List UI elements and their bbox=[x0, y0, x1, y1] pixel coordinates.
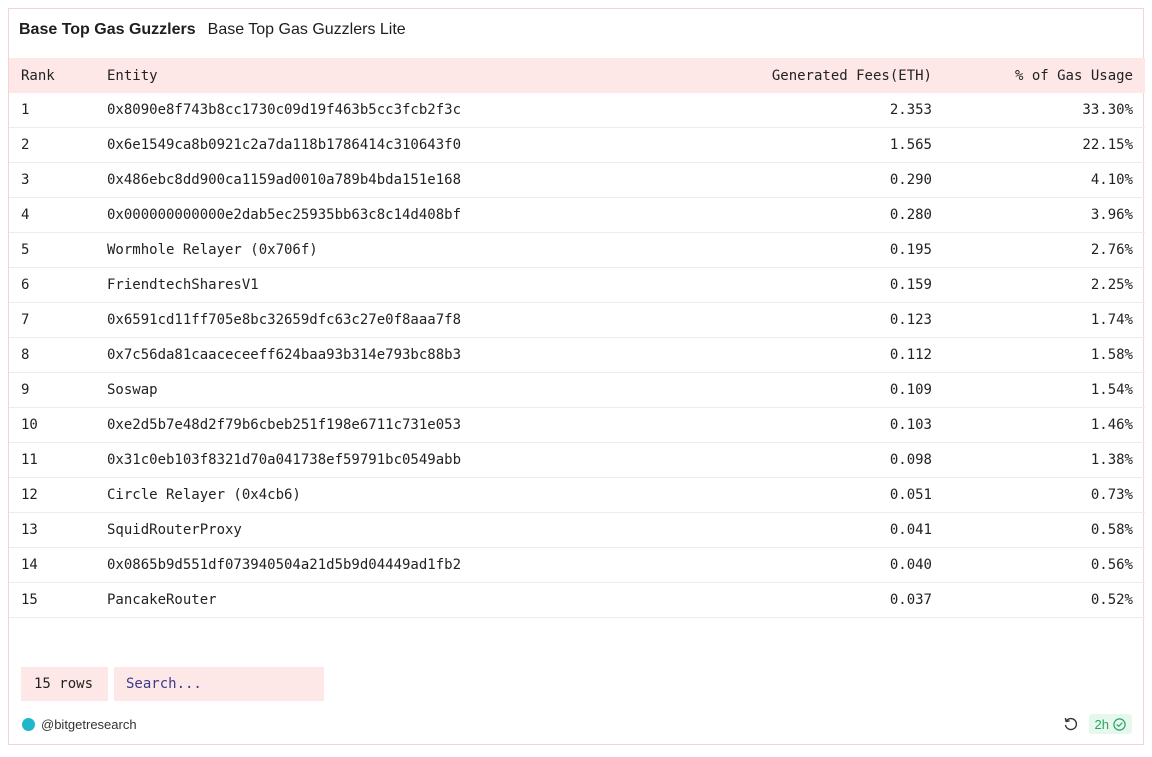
cell-entity: PancakeRouter bbox=[107, 582, 667, 618]
cell-rank: 15 bbox=[9, 582, 107, 618]
cell-entity: 0x6e1549ca8b0921c2a7da118b1786414c310643… bbox=[107, 127, 667, 163]
card-footer: @bitgetresearch 2h bbox=[22, 713, 1132, 735]
table-row[interactable]: 7 0x6591cd11ff705e8bc32659dfc63c27e0f8aaa… bbox=[9, 302, 1145, 338]
search-input[interactable] bbox=[114, 667, 324, 701]
cell-fees: 0.123 bbox=[667, 302, 932, 338]
cell-fees: 0.195 bbox=[667, 232, 932, 268]
cell-entity: 0x7c56da81caaceceeff624baa93b314e793bc88… bbox=[107, 337, 667, 373]
table-header-row: Rank Entity Generated Fees(ETH) % of Gas… bbox=[9, 58, 1145, 93]
cell-fees: 2.353 bbox=[667, 93, 932, 128]
cell-fees: 0.280 bbox=[667, 197, 932, 233]
cell-entity: Wormhole Relayer (0x706f) bbox=[107, 232, 667, 268]
cell-entity: 0x000000000000e2dab5ec25935bb63c8c14d408… bbox=[107, 197, 667, 233]
cell-gas-usage: 33.30% bbox=[932, 93, 1145, 128]
table-row[interactable]: 1 0x8090e8f743b8cc1730c09d19f463b5cc3fcb2… bbox=[9, 93, 1145, 128]
cell-rank: 1 bbox=[9, 93, 107, 128]
cell-rank: 14 bbox=[9, 547, 107, 583]
rows-count: 15 rows bbox=[21, 667, 108, 701]
cell-entity: 0x6591cd11ff705e8bc32659dfc63c27e0f8aaa7… bbox=[107, 302, 667, 338]
cell-rank: 2 bbox=[9, 127, 107, 163]
results-table: Rank Entity Generated Fees(ETH) % of Gas… bbox=[9, 58, 1145, 618]
cell-gas-usage: 1.58% bbox=[932, 337, 1145, 373]
table-row[interactable]: 6 FriendtechSharesV1 0.159 2.25% bbox=[9, 267, 1145, 303]
check-circle-icon bbox=[1113, 717, 1126, 731]
cell-fees: 0.112 bbox=[667, 337, 932, 373]
cell-rank: 10 bbox=[9, 407, 107, 443]
table-row[interactable]: 14 0x0865b9d551df073940504a21d5b9d04449ad… bbox=[9, 547, 1145, 583]
cell-fees: 0.040 bbox=[667, 547, 932, 583]
table-row[interactable]: 4 0x000000000000e2dab5ec25935bb63c8c14d40… bbox=[9, 197, 1145, 233]
table-row[interactable]: 8 0x7c56da81caaceceeff624baa93b314e793bc8… bbox=[9, 337, 1145, 373]
cell-fees: 1.565 bbox=[667, 127, 932, 163]
cell-rank: 13 bbox=[9, 512, 107, 548]
table-controls: 15 rows bbox=[21, 667, 324, 701]
card-header: Base Top Gas Guzzlers Base Top Gas Guzzl… bbox=[19, 21, 406, 43]
cell-entity: 0x486ebc8dd900ca1159ad0010a789b4bda151e1… bbox=[107, 162, 667, 198]
cell-entity: FriendtechSharesV1 bbox=[107, 267, 667, 303]
table-row[interactable]: 9 Soswap 0.109 1.54% bbox=[9, 372, 1145, 408]
cell-rank: 5 bbox=[9, 232, 107, 268]
cell-rank: 9 bbox=[9, 372, 107, 408]
cell-entity: SquidRouterProxy bbox=[107, 512, 667, 548]
cell-gas-usage: 2.76% bbox=[932, 232, 1145, 268]
cell-gas-usage: 3.96% bbox=[932, 197, 1145, 233]
cell-fees: 0.290 bbox=[667, 162, 932, 198]
cell-gas-usage: 2.25% bbox=[932, 267, 1145, 303]
freshness-age: 2h bbox=[1094, 716, 1109, 732]
cell-gas-usage: 22.15% bbox=[932, 127, 1145, 163]
cell-gas-usage: 0.56% bbox=[932, 547, 1145, 583]
cell-entity: Soswap bbox=[107, 372, 667, 408]
cell-entity: 0x0865b9d551df073940504a21d5b9d04449ad1f… bbox=[107, 547, 667, 583]
cell-fees: 0.109 bbox=[667, 372, 932, 408]
column-header-entity[interactable]: Entity bbox=[107, 58, 667, 93]
table-body: 1 0x8090e8f743b8cc1730c09d19f463b5cc3fcb2… bbox=[9, 93, 1145, 618]
cell-entity: 0x31c0eb103f8321d70a041738ef59791bc0549a… bbox=[107, 442, 667, 478]
author-link[interactable]: @bitgetresearch bbox=[22, 713, 137, 735]
cell-rank: 6 bbox=[9, 267, 107, 303]
cell-gas-usage: 0.58% bbox=[932, 512, 1145, 548]
table-row[interactable]: 15 PancakeRouter 0.037 0.52% bbox=[9, 582, 1145, 618]
table-row[interactable]: 12 Circle Relayer (0x4cb6) 0.051 0.73% bbox=[9, 477, 1145, 513]
page-subtitle: Base Top Gas Guzzlers Lite bbox=[207, 21, 406, 38]
cell-fees: 0.041 bbox=[667, 512, 932, 548]
cell-entity: 0x8090e8f743b8cc1730c09d19f463b5cc3fcb2f… bbox=[107, 93, 667, 128]
cell-fees: 0.098 bbox=[667, 442, 932, 478]
cell-rank: 7 bbox=[9, 302, 107, 338]
cell-entity: Circle Relayer (0x4cb6) bbox=[107, 477, 667, 513]
cell-gas-usage: 4.10% bbox=[932, 162, 1145, 198]
refresh-icon[interactable] bbox=[1063, 716, 1079, 732]
cell-fees: 0.037 bbox=[667, 582, 932, 618]
cell-fees: 0.103 bbox=[667, 407, 932, 443]
cell-rank: 8 bbox=[9, 337, 107, 373]
column-header-fees[interactable]: Generated Fees(ETH) bbox=[667, 58, 932, 93]
cell-rank: 11 bbox=[9, 442, 107, 478]
cell-entity: 0xe2d5b7e48d2f79b6cbeb251f198e6711c731e0… bbox=[107, 407, 667, 443]
table-row[interactable]: 13 SquidRouterProxy 0.041 0.58% bbox=[9, 512, 1145, 548]
cell-gas-usage: 1.38% bbox=[932, 442, 1145, 478]
query-result-card: Base Top Gas Guzzlers Base Top Gas Guzzl… bbox=[8, 8, 1145, 745]
table-row[interactable]: 11 0x31c0eb103f8321d70a041738ef59791bc054… bbox=[9, 442, 1145, 478]
cell-rank: 12 bbox=[9, 477, 107, 513]
column-header-gas-usage[interactable]: % of Gas Usage bbox=[932, 58, 1145, 93]
cell-gas-usage: 1.46% bbox=[932, 407, 1145, 443]
page-title: Base Top Gas Guzzlers bbox=[19, 21, 196, 38]
freshness-badge: 2h bbox=[1088, 714, 1132, 734]
avatar-icon bbox=[22, 717, 35, 731]
footer-tools: 2h bbox=[1063, 713, 1132, 735]
table-row[interactable]: 3 0x486ebc8dd900ca1159ad0010a789b4bda151e… bbox=[9, 162, 1145, 198]
author-name: @bitgetresearch bbox=[41, 716, 137, 732]
cell-rank: 3 bbox=[9, 162, 107, 198]
column-header-rank[interactable]: Rank bbox=[9, 58, 107, 93]
cell-fees: 0.159 bbox=[667, 267, 932, 303]
cell-gas-usage: 0.73% bbox=[932, 477, 1145, 513]
cell-rank: 4 bbox=[9, 197, 107, 233]
table-row[interactable]: 5 Wormhole Relayer (0x706f) 0.195 2.76% bbox=[9, 232, 1145, 268]
table-row[interactable]: 2 0x6e1549ca8b0921c2a7da118b1786414c31064… bbox=[9, 127, 1145, 163]
cell-gas-usage: 0.52% bbox=[932, 582, 1145, 618]
cell-gas-usage: 1.54% bbox=[932, 372, 1145, 408]
cell-fees: 0.051 bbox=[667, 477, 932, 513]
cell-gas-usage: 1.74% bbox=[932, 302, 1145, 338]
table-row[interactable]: 10 0xe2d5b7e48d2f79b6cbeb251f198e6711c731… bbox=[9, 407, 1145, 443]
